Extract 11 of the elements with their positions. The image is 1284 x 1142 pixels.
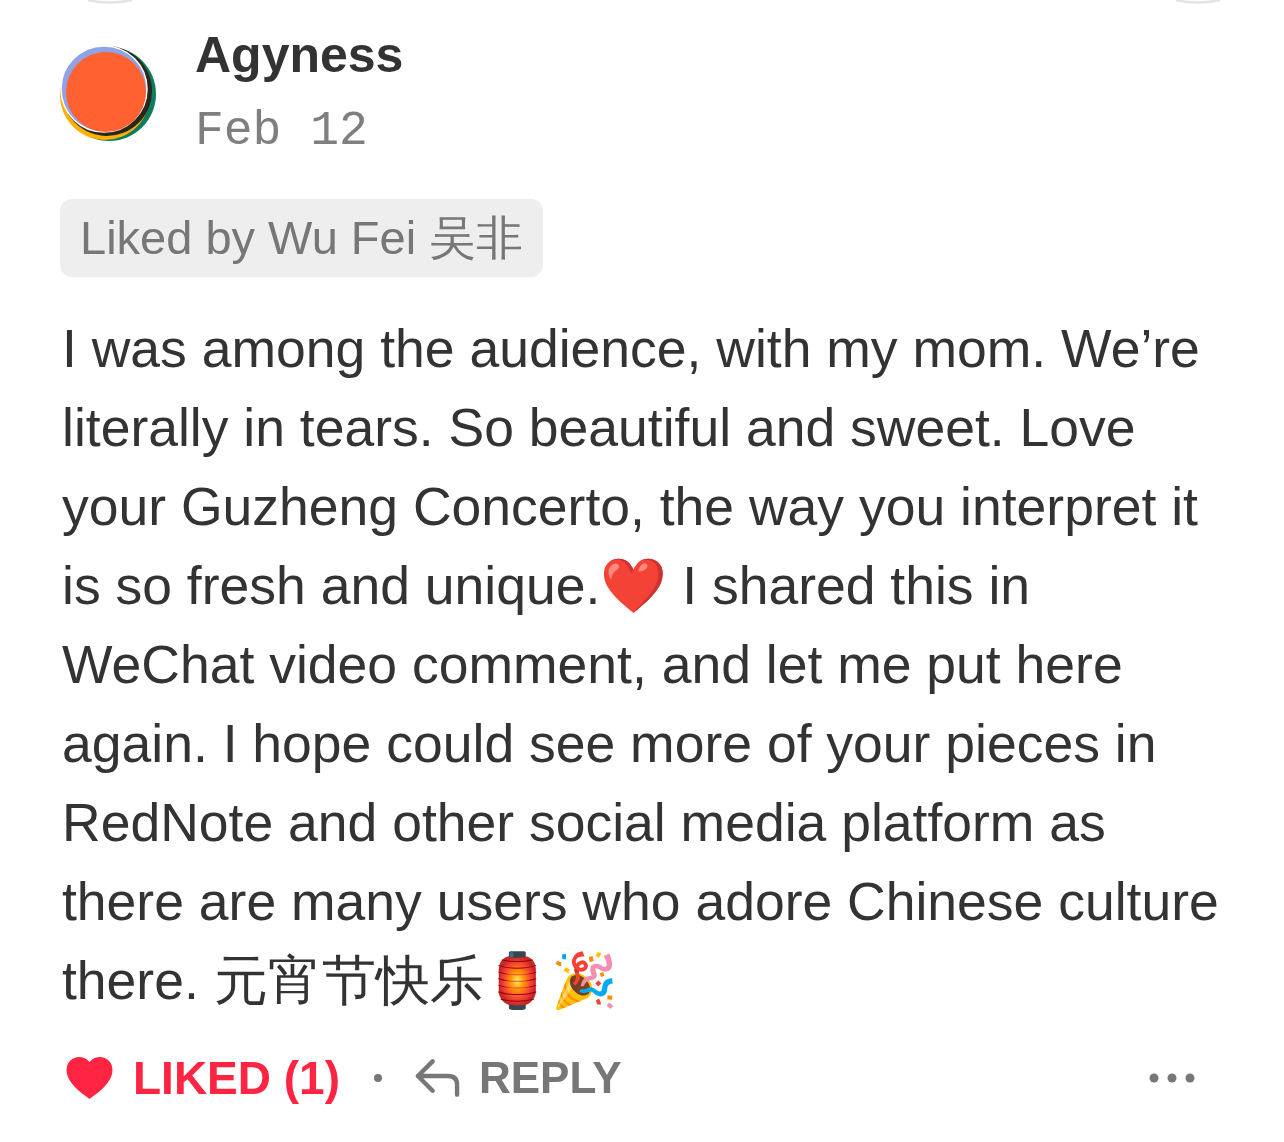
comment-text: I was among the audience, with my mom. We’re literally in tears. So beautiful and sweet. Love your Guzheng Concerto, the way you interpret it is so fresh and unique.❤ I shared this in WeChat video comment, and let me put here again. I hope could see more of your pieces in RedNote and other social media platform as there are many users who adore Chinese culture there. 元宵节快乐🏮🎉 — [62, 318, 1220, 1012]
reply-arrow-icon — [415, 1058, 460, 1098]
liked-by-label: Liked by Wu Fei 吴非 — [60, 199, 544, 277]
separator-dot-icon — [374, 1074, 382, 1082]
reply-button[interactable]: REPLY — [415, 1053, 622, 1103]
more-icon[interactable] — [1149, 1073, 1195, 1083]
comment-date: Feb 12 — [195, 103, 368, 160]
avatar-icon[interactable] — [60, 45, 156, 141]
like-button[interactable]: LIKED (1) — [66, 1051, 340, 1105]
author-name[interactable]: Agyness — [195, 25, 404, 85]
heart-icon — [66, 1057, 113, 1099]
